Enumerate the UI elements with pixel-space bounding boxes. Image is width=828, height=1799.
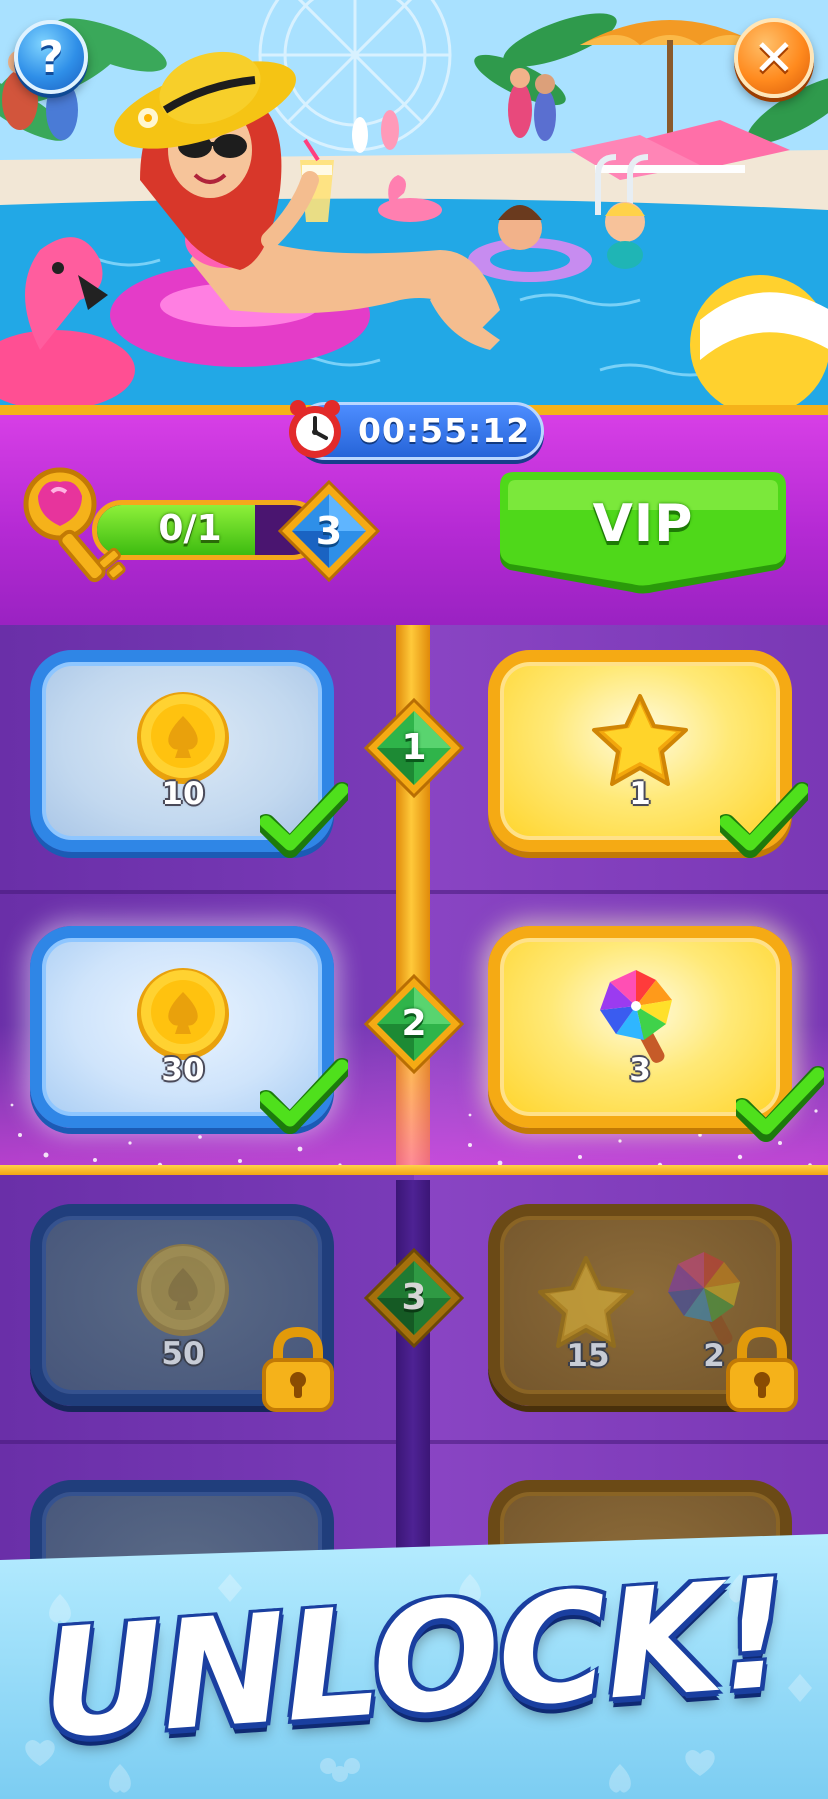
claimed-checkmark-icon	[720, 782, 808, 858]
spade-coin-icon	[137, 968, 229, 1060]
help-button[interactable]: ?	[14, 20, 88, 94]
tier-number: 3	[401, 1277, 427, 1318]
spade-coin-icon	[137, 1244, 229, 1336]
reward-amount: 15	[566, 1338, 610, 1374]
tier-number: 1	[401, 727, 427, 768]
reward-amount: 10	[161, 776, 205, 812]
pass-level-number: 3	[315, 509, 343, 553]
pool-scene-illustration	[0, 0, 828, 405]
pool-party-hero-art: ? ✕	[0, 0, 828, 405]
key-progress-text: 0/1	[158, 508, 222, 549]
golden-key-icon	[23, 467, 126, 583]
reward-amount: 30	[161, 1052, 205, 1088]
claimed-checkmark-icon	[260, 1058, 348, 1134]
alarm-clock-icon	[289, 400, 341, 458]
claimed-checkmark-icon	[736, 1066, 824, 1142]
reward-amount: 3	[629, 1052, 651, 1088]
reward-amount: 50	[161, 1336, 205, 1372]
close-button[interactable]: ✕	[734, 18, 814, 98]
battle-pass-screen: ? ✕ 00:55:12 0/1 3 VIP 10 1 1 30 3 2 50 …	[0, 0, 828, 1799]
claimed-checkmark-icon	[260, 782, 348, 858]
tier-number: 2	[401, 1003, 427, 1044]
current-progress-line	[0, 1165, 828, 1175]
vip-button-label[interactable]: VIP	[494, 482, 792, 566]
padlock-icon	[262, 1326, 334, 1412]
spade-coin-icon	[137, 692, 229, 784]
padlock-icon	[726, 1326, 798, 1412]
reward-amount: 1	[629, 776, 651, 812]
countdown-timer-text: 00:55:12	[358, 411, 531, 450]
